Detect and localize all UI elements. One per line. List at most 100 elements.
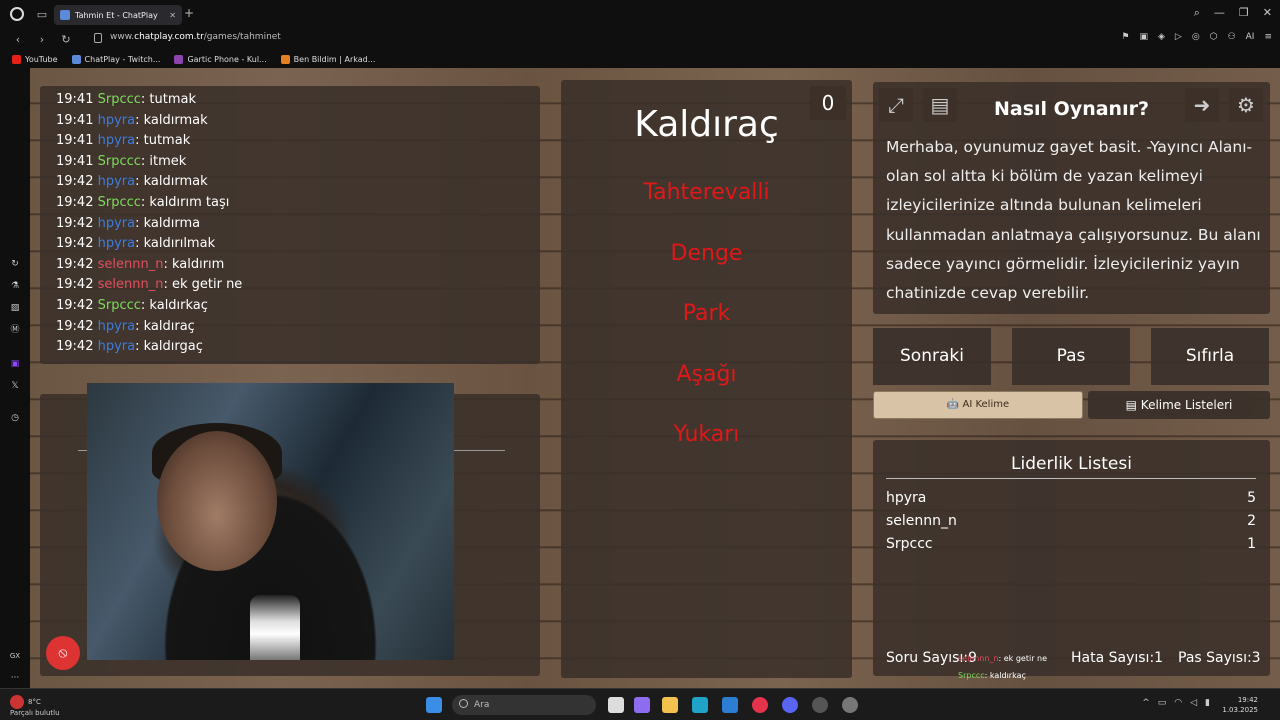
chat-text-value: kaldırım: [171, 256, 225, 272]
bookmark-gartic[interactable]: Gartic Phone - Kul...: [174, 54, 267, 64]
chat-text: : kaldırım taşı: [140, 194, 230, 210]
chat-text: : kaldırmak: [135, 112, 208, 128]
logout-icon[interactable]: ➜: [1185, 88, 1219, 122]
webcam-feed: [87, 383, 454, 660]
bookmark-label: ChatPlay - Twitch...: [84, 54, 161, 64]
store-icon[interactable]: [722, 697, 738, 713]
windows-start-icon[interactable]: [426, 697, 442, 713]
chat-time: 19:42: [56, 297, 94, 313]
opera-logo-icon[interactable]: [10, 7, 24, 21]
search-icon[interactable]: ⌕: [1194, 6, 1200, 20]
overlay-chat-message: selennn_n: ek getir ne: [958, 650, 1138, 667]
more-icon[interactable]: ···: [9, 672, 21, 684]
pass-button[interactable]: Pas: [1012, 328, 1130, 385]
list-icon: ▤: [1125, 398, 1141, 412]
flow-icon[interactable]: ◎: [1192, 32, 1200, 42]
steam-icon[interactable]: [842, 697, 858, 713]
browser-sidebar: ↻ ⚗ ▨ Ⓜ ▣ 𝕏 ◷ GX ···: [0, 68, 30, 688]
lock-icon[interactable]: [94, 33, 102, 43]
clock-icon[interactable]: ◷: [9, 412, 21, 424]
leaderboard-panel: Liderlik Listesi hpyra 5 selennn_n 2 Srpcc…: [873, 440, 1270, 676]
word-lists-button[interactable]: ▤ Kelime Listeleri: [1088, 391, 1270, 419]
ai-word-button[interactable]: 🤖 AI Kelime: [873, 391, 1083, 419]
wallet-icon[interactable]: ▨: [9, 302, 21, 314]
chat-message: 19:42 hpyra: kaldıraç: [56, 317, 540, 338]
bookmark-benbildim[interactable]: Ben Bildim | Arkad...: [280, 54, 375, 64]
restore-icon[interactable]: ❐: [1239, 6, 1249, 20]
bookmark-youtube[interactable]: YouTube: [12, 54, 58, 64]
wifi-icon[interactable]: ◠: [1174, 698, 1182, 708]
gx-label[interactable]: GX: [9, 650, 21, 662]
history-icon[interactable]: ↻: [9, 258, 21, 270]
word-lists-label: Kelime Listeleri: [1140, 398, 1233, 412]
file-explorer-icon[interactable]: [662, 697, 678, 713]
obs-icon[interactable]: [812, 697, 828, 713]
shield-icon[interactable]: ◈: [1158, 32, 1165, 42]
settings-gear-icon[interactable]: ⚙: [1229, 88, 1263, 122]
microphone-image: [250, 595, 300, 660]
bookmark-icon[interactable]: ⚑: [1121, 32, 1129, 42]
forward-icon[interactable]: ›: [36, 33, 48, 46]
chat-message: 19:41 Srpccc: itmek: [56, 152, 540, 173]
opera-gx-icon[interactable]: [752, 697, 768, 713]
back-icon[interactable]: ‹: [12, 33, 24, 46]
weather-widget[interactable]: 8°C Parçalı bulutlu: [10, 695, 60, 718]
chat-text-value: tutmak: [149, 92, 197, 107]
volume-icon[interactable]: ◁: [1190, 698, 1197, 708]
chat-message: 19:42 selennn_n: ek getir ne: [56, 275, 540, 296]
chatplay-icon: [71, 54, 81, 64]
chat-username: selennn_n: [97, 256, 164, 272]
chat-time: 19:42: [56, 256, 94, 272]
taskbar-clock[interactable]: 19:42 1.03.2025: [1222, 695, 1258, 715]
close-tab-icon[interactable]: ✕: [169, 11, 176, 20]
tab-active[interactable]: Tahmin Et - ChatPlay ✕: [54, 5, 182, 25]
bookmark-label: Gartic Phone - Kul...: [187, 54, 267, 64]
battery-icon[interactable]: ▮: [1205, 698, 1210, 708]
webcam-person: [157, 431, 277, 571]
new-tab-icon[interactable]: +: [184, 6, 194, 20]
chat-text: : kaldırım: [163, 256, 225, 272]
reset-button[interactable]: Sıfırla: [1151, 328, 1269, 385]
messenger-icon[interactable]: Ⓜ: [9, 324, 21, 336]
tray-chevron-icon[interactable]: ^: [1142, 698, 1150, 708]
overlay-text: : ek getir ne: [998, 654, 1048, 663]
next-button[interactable]: Sonraki: [873, 328, 991, 385]
snapshot-icon[interactable]: ▣: [1139, 32, 1148, 42]
aria-ai-button[interactable]: AI: [1246, 32, 1255, 42]
profile-icon[interactable]: ⚇: [1228, 32, 1236, 42]
chat-username: hpyra: [97, 215, 136, 231]
chat-time: 19:41: [56, 92, 94, 107]
system-tray: ^ ▭ ◠ ◁ ▮: [1142, 698, 1210, 708]
taskbar-search[interactable]: Ara: [452, 695, 596, 715]
chat-panel: 19:41 Srpccc: tutmak 19:41 hpyra: kaldırm…: [40, 86, 540, 364]
weather-icon: [10, 695, 24, 709]
close-icon[interactable]: ✕: [1263, 6, 1272, 20]
x-icon[interactable]: 𝕏: [9, 380, 21, 392]
leaderboard-row: Srpccc 1: [886, 536, 1256, 552]
taboo-word: Denge: [670, 241, 743, 266]
task-view-icon[interactable]: [608, 697, 624, 713]
word-card-panel: 0 Kaldıraç Tahterevalli Denge Park Aşağı…: [561, 80, 852, 678]
chat-text: : kaldırkaç: [140, 297, 208, 313]
minimize-icon[interactable]: —: [1214, 6, 1225, 20]
extensions-icon[interactable]: ⬡: [1210, 32, 1218, 42]
chat-text-value: itmek: [149, 153, 187, 169]
twitch-icon[interactable]: ▣: [9, 358, 21, 370]
record-icon[interactable]: ⦸: [46, 636, 80, 670]
discord-icon[interactable]: [782, 697, 798, 713]
tab-manager-icon[interactable]: ▭: [34, 6, 50, 22]
chat-message: 19:41 hpyra: tutmak: [56, 131, 540, 152]
menu-icon[interactable]: ≡: [1264, 32, 1272, 42]
copilot-icon[interactable]: [634, 697, 650, 713]
windows-taskbar: 8°C Parçalı bulutlu Ara ^ ▭ ◠ ◁ ▮ 19:42 1.…: [0, 688, 1280, 720]
bookmark-chatplay[interactable]: ChatPlay - Twitch...: [71, 54, 161, 64]
monitor-icon[interactable]: ▭: [1158, 698, 1167, 708]
reload-icon[interactable]: ↻: [60, 33, 72, 46]
chat-text-value: kaldırma: [143, 215, 201, 231]
chat-time: 19:42: [56, 194, 94, 210]
pass-count: Pas Sayısı:3: [1178, 650, 1261, 666]
edge-icon[interactable]: [692, 697, 708, 713]
flask-icon[interactable]: ⚗: [9, 280, 21, 292]
url-field[interactable]: www.chatplay.com.tr/games/tahminet: [110, 32, 281, 42]
play-icon[interactable]: ▷: [1175, 32, 1182, 42]
